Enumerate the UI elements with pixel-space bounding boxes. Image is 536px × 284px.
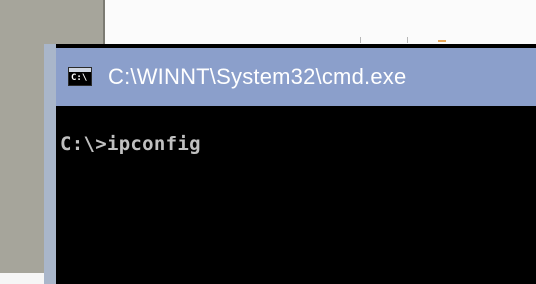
window-title: C:\WINNT\System32\cmd.exe <box>108 64 407 89</box>
background-window <box>105 0 536 45</box>
window-frame <box>44 44 56 284</box>
cmd-icon-label: C:\ <box>71 73 88 83</box>
background-mark <box>407 37 408 43</box>
console-line: C:\>ipconfig <box>60 133 201 155</box>
background-mark <box>438 40 446 42</box>
console-area[interactable]: C:\>ipconfig <box>56 106 536 273</box>
background-mark <box>360 37 361 43</box>
cmd-icon[interactable]: C:\ <box>68 67 92 86</box>
title-bar[interactable]: C:\ C:\WINNT\System32\cmd.exe <box>56 48 536 106</box>
